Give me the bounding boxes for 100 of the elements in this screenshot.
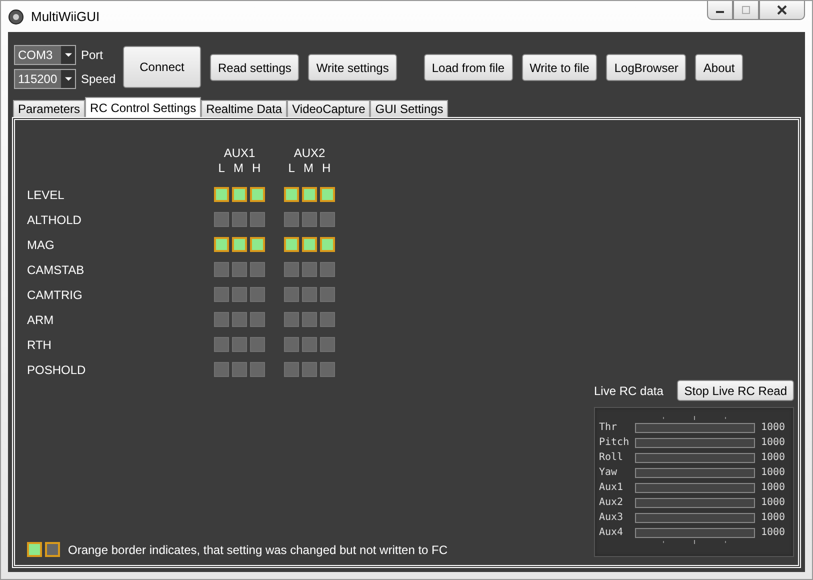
speed-dropdown[interactable]: 115200 — [14, 68, 76, 88]
channel-value: 1000 — [761, 452, 786, 463]
level-header: L — [218, 161, 225, 175]
close-button[interactable] — [759, 1, 805, 20]
close-icon — [776, 5, 788, 15]
mode-checkbox[interactable] — [302, 337, 317, 352]
caret-icon — [64, 52, 72, 56]
tab[interactable]: VideoCapture — [287, 100, 370, 117]
mode-checkbox[interactable] — [214, 362, 229, 377]
port-dropdown[interactable]: COM3 — [14, 44, 76, 64]
toolbar-button[interactable]: Write to file — [522, 54, 598, 81]
channel-value: 1000 — [761, 422, 786, 433]
level-header: L — [288, 161, 295, 175]
mode-checkbox[interactable] — [232, 337, 247, 352]
mode-checkbox[interactable] — [284, 312, 299, 327]
mode-checkbox[interactable] — [214, 337, 229, 352]
mode-checkbox[interactable] — [320, 212, 335, 227]
column-header: AUX1 — [224, 146, 256, 160]
channel-label: Roll — [599, 452, 624, 463]
mode-checkbox[interactable] — [232, 262, 247, 277]
mode-checkbox[interactable] — [284, 262, 299, 277]
mode-checkbox[interactable] — [232, 362, 247, 377]
toolbar-button[interactable]: LogBrowser — [606, 54, 686, 81]
mode-checkbox[interactable] — [214, 287, 229, 302]
mode-checkbox[interactable] — [302, 287, 317, 302]
mode-checkbox[interactable] — [284, 212, 299, 227]
mode-checkbox[interactable] — [250, 237, 265, 252]
channel-value: 1000 — [761, 437, 786, 448]
mode-checkbox[interactable] — [320, 312, 335, 327]
mode-label: MAG — [27, 238, 56, 252]
minimize-button[interactable] — [707, 1, 733, 20]
mode-checkbox[interactable] — [232, 312, 247, 327]
mode-checkbox[interactable] — [214, 237, 229, 252]
mode-checkbox[interactable] — [302, 212, 317, 227]
mode-checkbox[interactable] — [250, 187, 265, 202]
tab[interactable]: Parameters — [13, 100, 86, 117]
mode-checkbox[interactable] — [232, 237, 247, 252]
mode-checkbox[interactable] — [232, 212, 247, 227]
mode-checkbox[interactable] — [284, 187, 299, 202]
mode-checkbox[interactable] — [214, 212, 229, 227]
mode-checkbox[interactable] — [250, 262, 265, 277]
window-title: MultiWiiGUI — [31, 9, 100, 24]
channel-label: Aux1 — [599, 482, 624, 493]
mode-checkbox[interactable] — [284, 237, 299, 252]
mode-label: ALTHOLD — [27, 212, 82, 226]
mode-checkbox[interactable] — [320, 287, 335, 302]
speed-label: Speed — [81, 72, 114, 86]
stop-live-rc-button[interactable]: Stop Live RC Read — [677, 380, 794, 401]
mode-checkbox[interactable] — [302, 262, 317, 277]
toolbar-button[interactable]: Write settings — [308, 54, 397, 81]
toolbar-button[interactable]: Read settings — [210, 54, 300, 81]
mode-checkbox[interactable] — [320, 262, 335, 277]
mode-checkbox[interactable] — [302, 362, 317, 377]
mode-label: ARM — [27, 312, 55, 326]
mode-checkbox[interactable] — [214, 262, 229, 277]
channel-label: Thr — [599, 422, 618, 433]
toolbar-button[interactable]: Connect — [123, 46, 201, 88]
mode-checkbox[interactable] — [284, 362, 299, 377]
toolbar-button[interactable]: About — [695, 54, 743, 81]
channel-value: 1000 — [761, 482, 786, 493]
channel-value: 1000 — [761, 497, 786, 508]
mode-checkbox[interactable] — [284, 337, 299, 352]
mode-label: RTH — [27, 338, 52, 352]
mode-checkbox[interactable] — [250, 337, 265, 352]
tab[interactable]: Realtime Data — [201, 100, 288, 117]
toolbar-button[interactable]: Load from file — [424, 54, 513, 81]
mode-label: LEVEL — [27, 188, 66, 202]
channel-label: Aux4 — [599, 527, 624, 538]
mode-checkbox[interactable] — [232, 287, 247, 302]
mode-checkbox[interactable] — [284, 287, 299, 302]
mode-checkbox[interactable] — [320, 187, 335, 202]
mode-checkbox[interactable] — [302, 312, 317, 327]
port-label: Port — [81, 48, 104, 62]
app-icon — [8, 8, 24, 24]
mode-checkbox[interactable] — [250, 287, 265, 302]
channel-value: 1000 — [761, 527, 786, 538]
caret-icon — [64, 76, 72, 80]
mode-checkbox[interactable] — [320, 362, 335, 377]
mode-checkbox[interactable] — [232, 187, 247, 202]
tab[interactable]: RC Control Settings — [85, 97, 202, 117]
mode-checkbox[interactable] — [214, 187, 229, 202]
mode-checkbox[interactable] — [214, 312, 229, 327]
legend-text: Orange border indicates, that setting was changed but not written to FC — [68, 542, 448, 556]
mode-checkbox[interactable] — [302, 187, 317, 202]
mode-checkbox[interactable] — [320, 237, 335, 252]
level-header: M — [234, 161, 244, 175]
tab[interactable]: GUI Settings — [370, 100, 448, 117]
mode-label: CAMSTAB — [27, 262, 86, 276]
channel-value: 1000 — [761, 467, 786, 478]
mode-label: CAMTRIG — [27, 288, 84, 302]
level-header: M — [304, 161, 314, 175]
level-header: H — [322, 161, 331, 175]
mode-checkbox[interactable] — [250, 212, 265, 227]
mode-label: POSHOLD — [27, 362, 87, 376]
channel-label: Yaw — [599, 467, 618, 478]
channel-value: 1000 — [761, 512, 786, 523]
mode-checkbox[interactable] — [250, 362, 265, 377]
mode-checkbox[interactable] — [302, 237, 317, 252]
mode-checkbox[interactable] — [250, 312, 265, 327]
mode-checkbox[interactable] — [320, 337, 335, 352]
